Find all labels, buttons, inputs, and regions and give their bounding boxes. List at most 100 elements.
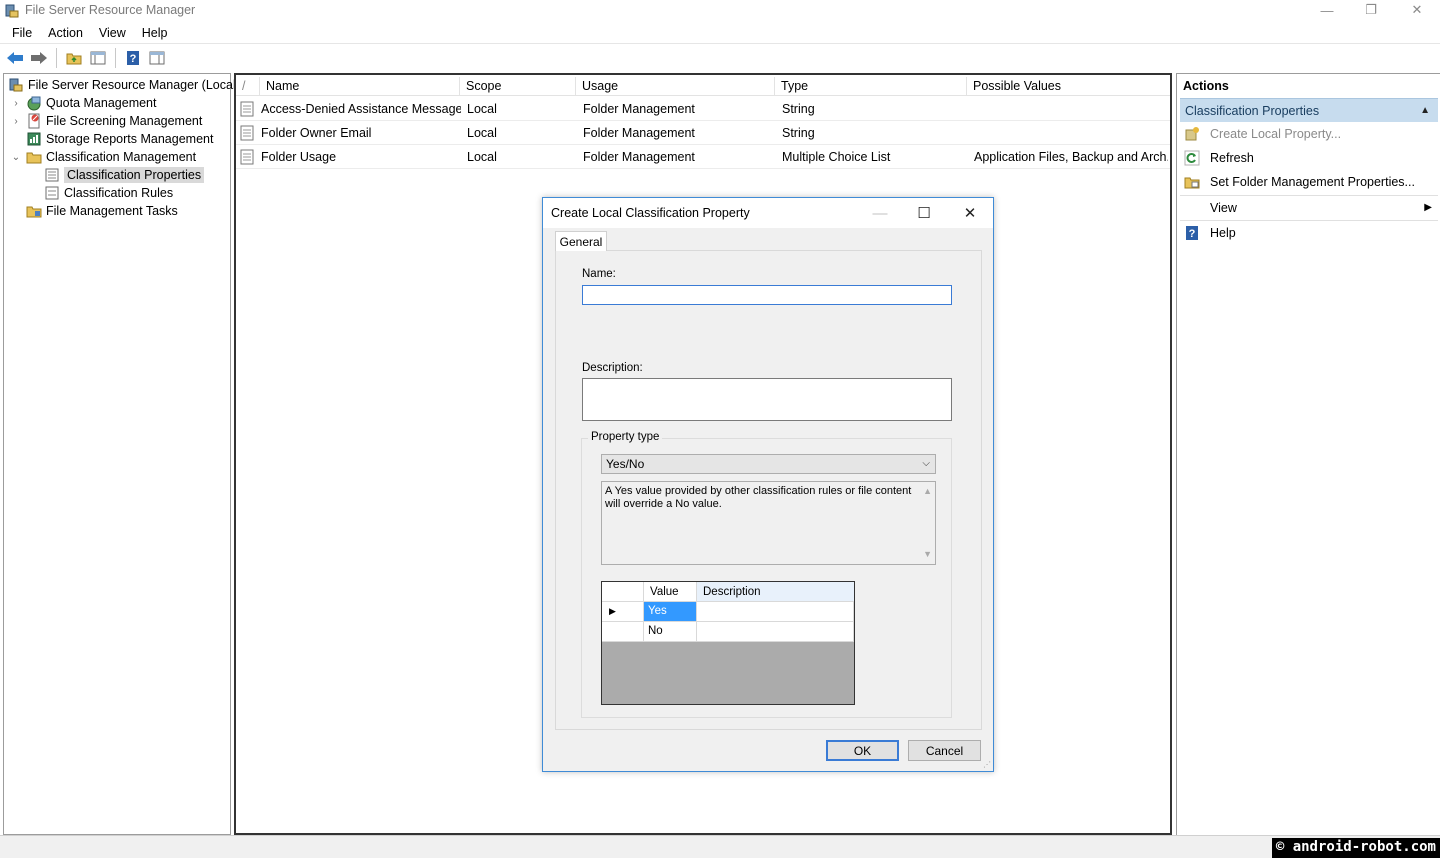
collapse-arrow-icon[interactable]: ▲: [1420, 105, 1430, 116]
status-bar: [0, 835, 1440, 858]
name-label: Name:: [582, 268, 616, 280]
tree-item-label: Classification Management: [46, 150, 197, 164]
action-set-folder-management-properties[interactable]: Set Folder Management Properties...: [1180, 170, 1438, 194]
property-type-label: Property type: [588, 431, 663, 443]
tree-item-file-screening[interactable]: › File Screening Management: [10, 112, 202, 130]
description-label: Description:: [582, 362, 643, 374]
back-button[interactable]: [4, 47, 26, 69]
cell-usage: Folder Management: [583, 125, 695, 140]
table-row[interactable]: Folder Usage Local Folder Management Mul…: [236, 145, 1170, 169]
rules-icon: [45, 186, 59, 200]
row-selector[interactable]: [602, 622, 644, 642]
cell-name: Folder Owner Email: [261, 125, 372, 140]
actions-title: Actions: [1183, 79, 1229, 93]
menu-view[interactable]: View: [93, 26, 132, 40]
arrow-right-icon: [31, 51, 47, 64]
action-create-local-property[interactable]: Create Local Property...: [1180, 122, 1438, 146]
action-label: Refresh: [1210, 151, 1254, 165]
toolbar-separator: [115, 47, 116, 68]
dialog-title: Create Local Classification Property: [551, 206, 750, 220]
cell-usage: Folder Management: [583, 149, 695, 164]
grid-header-description[interactable]: Description: [697, 582, 854, 602]
tree-item-label: Classification Rules: [64, 186, 174, 200]
tree-item-root[interactable]: File Server Resource Manager (Local): [8, 76, 240, 94]
grid-header-value[interactable]: Value: [644, 582, 697, 602]
action-help[interactable]: ? Help: [1180, 220, 1438, 244]
chevron-right-icon[interactable]: ›: [10, 115, 22, 127]
submenu-arrow-icon: ▶: [1424, 202, 1432, 213]
menu-file[interactable]: File: [6, 26, 38, 40]
up-folder-button[interactable]: [63, 47, 85, 69]
column-type-header[interactable]: Type: [775, 77, 967, 96]
svg-text:?: ?: [130, 53, 137, 65]
action-view[interactable]: View ▶: [1180, 195, 1438, 219]
tree-item-label: File Server Resource Manager (Local): [28, 78, 240, 92]
actions-pane: Actions Classification Properties ▲ Crea…: [1176, 73, 1440, 835]
close-button[interactable]: ✕: [1394, 0, 1440, 20]
tree-item-label: Storage Reports Management: [46, 132, 214, 146]
column-values-header[interactable]: Possible Values: [967, 77, 1170, 96]
actions-section-label: Classification Properties: [1185, 103, 1320, 118]
chevron-down-icon[interactable]: ⌄: [10, 151, 22, 163]
dialog-close-button[interactable]: ✕: [955, 203, 985, 223]
window-title: File Server Resource Manager: [25, 3, 196, 17]
report-icon: [27, 132, 41, 146]
action-pane-icon: [149, 51, 165, 64]
show-hide-action-pane-button[interactable]: [146, 47, 168, 69]
grid-cell-description[interactable]: [697, 622, 854, 642]
menu-help[interactable]: Help: [136, 26, 174, 40]
menu-action[interactable]: Action: [42, 26, 89, 40]
row-selector[interactable]: ▶: [602, 602, 644, 622]
tree-item-storage-reports[interactable]: Storage Reports Management: [22, 130, 213, 148]
column-icon-header[interactable]: /: [236, 77, 260, 96]
grid-cell-value[interactable]: Yes: [644, 602, 697, 622]
dialog-minimize-button[interactable]: —: [865, 203, 895, 223]
create-property-dialog: Create Local Classification Property — ☐…: [542, 197, 994, 772]
column-usage-header[interactable]: Usage: [576, 77, 775, 96]
cell-usage: Folder Management: [583, 101, 695, 116]
list-header: / Name Scope Usage Type Possible Values: [236, 77, 1170, 96]
property-type-value: Yes/No: [606, 457, 645, 471]
cancel-button[interactable]: Cancel: [908, 740, 981, 761]
property-icon: [240, 125, 254, 140]
console-tree: File Server Resource Manager (Local) › Q…: [3, 73, 240, 835]
tree-item-label: File Management Tasks: [46, 204, 178, 218]
name-field[interactable]: [582, 285, 952, 305]
resize-grip-icon[interactable]: ⋰: [983, 760, 991, 769]
tree-item-classification-management[interactable]: ⌄ Classification Management: [10, 148, 196, 166]
help-icon: ?: [127, 50, 139, 65]
actions-section-header[interactable]: Classification Properties ▲: [1180, 98, 1438, 122]
chevron-down-icon: ⌵: [922, 458, 930, 469]
grid-cell-value[interactable]: No: [644, 622, 697, 642]
forward-button[interactable]: [28, 47, 50, 69]
minimize-button[interactable]: —: [1304, 0, 1350, 20]
tree-item-classification-rules[interactable]: Classification Rules: [44, 184, 173, 202]
table-row[interactable]: Folder Owner Email Local Folder Manageme…: [236, 121, 1170, 145]
chevron-right-icon[interactable]: ›: [10, 97, 22, 109]
grid-corner: [602, 582, 644, 602]
tree-item-classification-properties[interactable]: Classification Properties: [44, 166, 205, 184]
column-name-header[interactable]: Name: [260, 77, 460, 96]
cell-type: String: [782, 125, 815, 140]
folder-tasks-icon: [26, 206, 42, 218]
property-type-select[interactable]: Yes/No ⌵: [601, 454, 936, 474]
help-button[interactable]: ?: [122, 47, 144, 69]
table-row[interactable]: Access-Denied Assistance Message Local F…: [236, 97, 1170, 121]
file-screen-icon: [28, 113, 40, 129]
dialog-maximize-button[interactable]: ☐: [909, 203, 939, 223]
properties-icon: [45, 168, 59, 182]
show-hide-tree-button[interactable]: [87, 47, 109, 69]
restore-button[interactable]: ❐: [1348, 0, 1394, 20]
column-scope-header[interactable]: Scope: [460, 77, 576, 96]
tree-item-quota-management[interactable]: › Quota Management: [10, 94, 157, 112]
grid-cell-description[interactable]: [697, 602, 854, 622]
tree-item-file-management-tasks[interactable]: File Management Tasks: [26, 202, 178, 220]
scroll-up-icon[interactable]: ▲: [923, 485, 932, 498]
description-field[interactable]: [582, 378, 952, 421]
quota-icon: [27, 96, 41, 111]
scroll-down-icon[interactable]: ▼: [923, 548, 932, 561]
ok-button[interactable]: OK: [826, 740, 899, 761]
action-refresh[interactable]: Refresh: [1180, 146, 1438, 170]
folder-properties-icon: [1184, 177, 1200, 189]
tab-general[interactable]: General: [555, 231, 607, 251]
